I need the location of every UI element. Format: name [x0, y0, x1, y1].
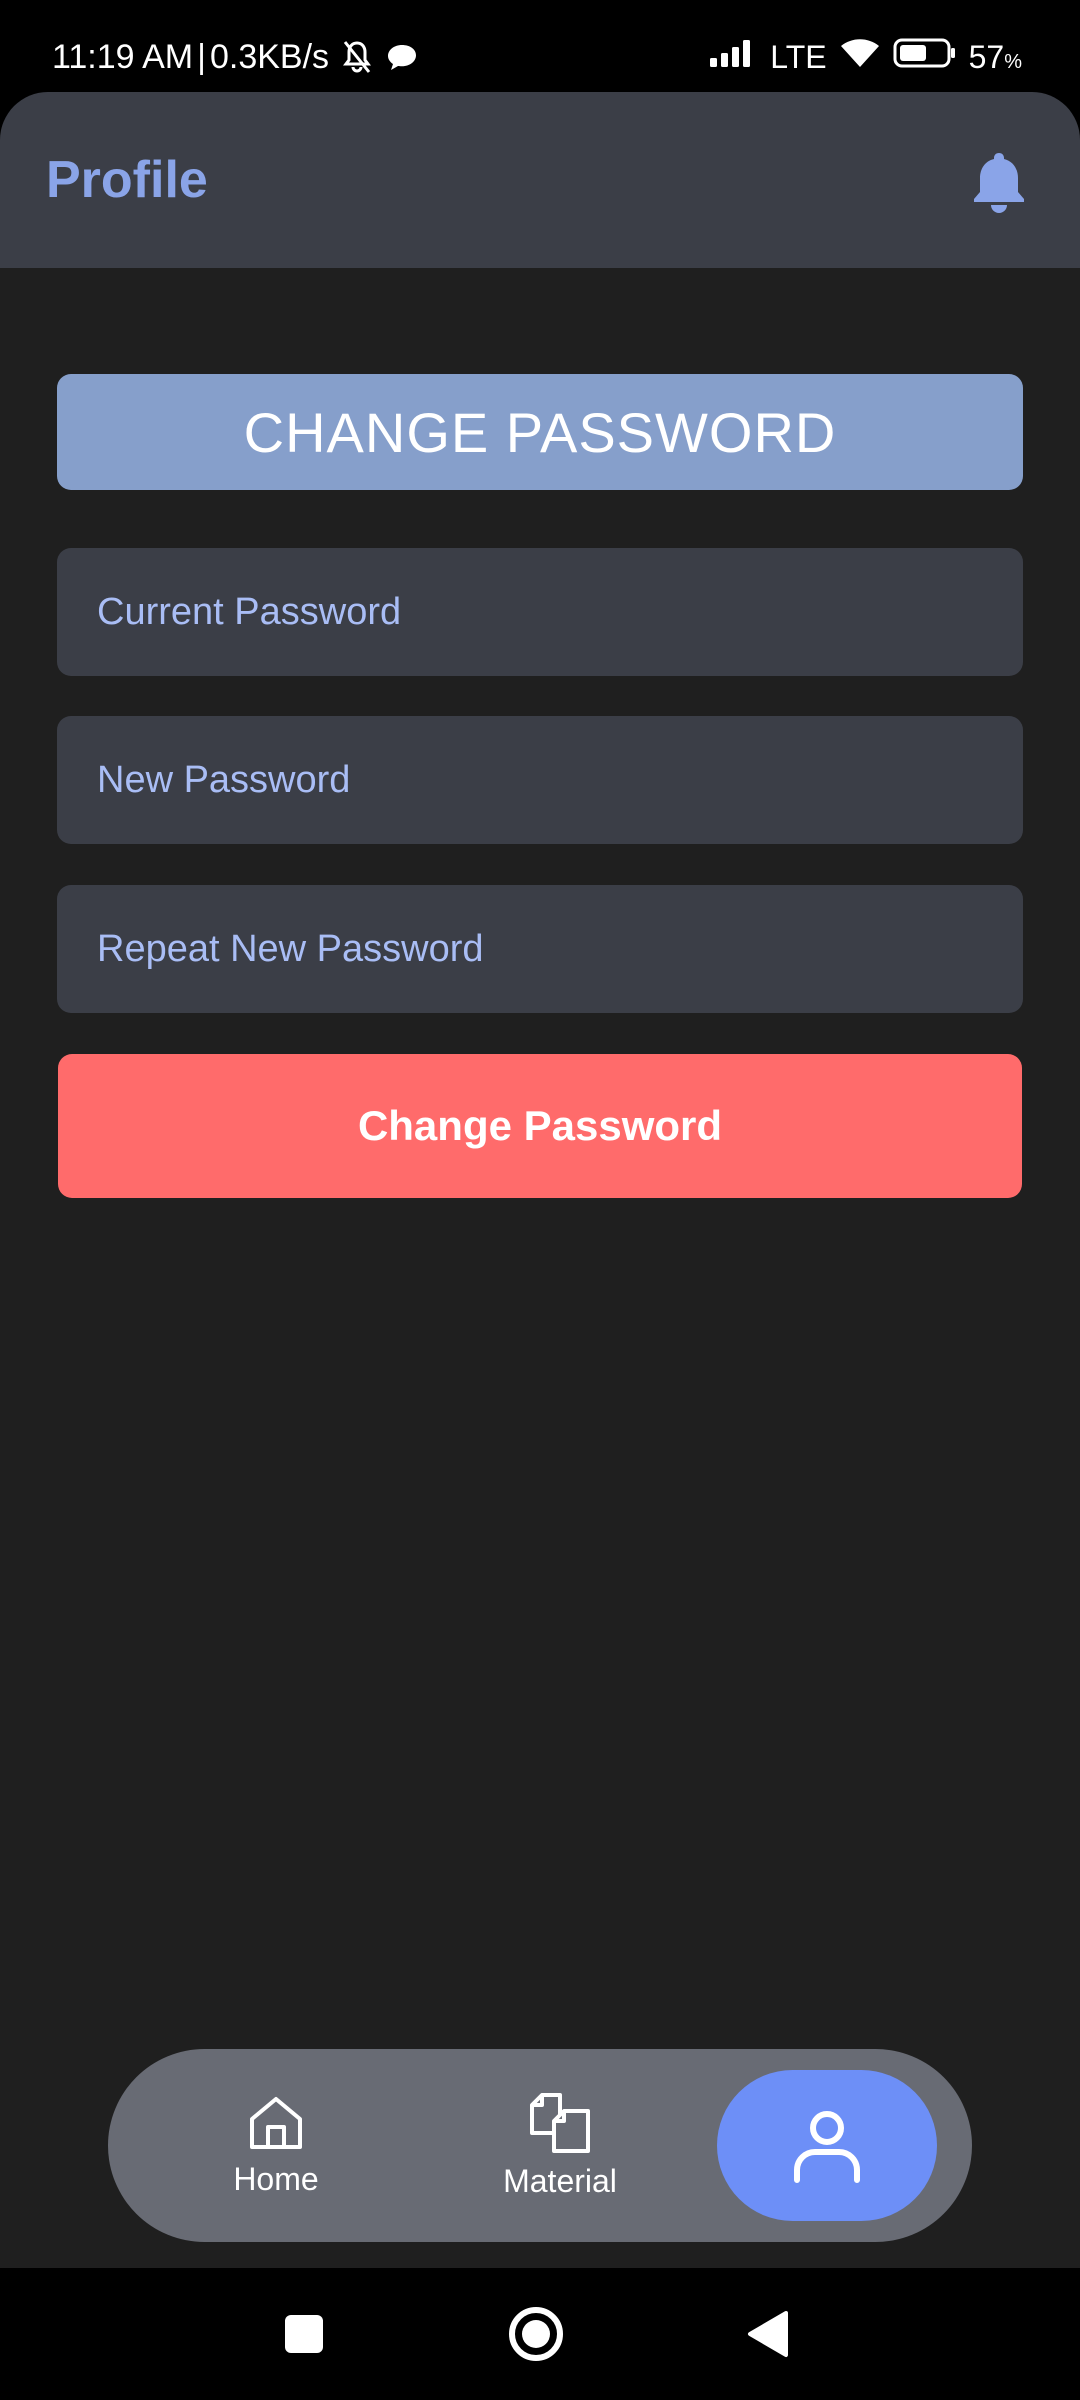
back-button[interactable]	[728, 2294, 808, 2374]
repeat-password-input[interactable]	[95, 926, 985, 972]
status-time: 11:19 AM	[52, 37, 194, 76]
network-speed: 0.3KB/s	[209, 37, 330, 76]
documents-icon	[530, 2093, 590, 2153]
signal-icon	[708, 38, 758, 76]
battery-icon	[893, 37, 957, 77]
battery-percent-value: 57	[968, 38, 1005, 75]
nav-item-home[interactable]: Home	[190, 2049, 362, 2242]
circle-icon	[509, 2307, 563, 2361]
notifications-button[interactable]	[964, 146, 1034, 216]
nav-label-home: Home	[233, 2161, 319, 2197]
change-password-button[interactable]: Change Password	[58, 1054, 1022, 1198]
section-title-banner: CHANGE PASSWORD	[57, 374, 1023, 490]
current-password-input[interactable]	[95, 589, 985, 635]
repeat-password-field[interactable]	[57, 885, 1023, 1013]
bell-icon	[974, 153, 1024, 213]
bottom-navigation: Home Material	[108, 2049, 972, 2242]
new-password-field[interactable]	[57, 716, 1023, 844]
status-bar: 11:19 AM | 0.3KB/s LTE 57%	[0, 0, 1080, 92]
notifications-off-icon	[341, 40, 373, 74]
app-header: Profile	[0, 92, 1080, 268]
page-title: Profile	[46, 151, 208, 209]
system-home-button[interactable]	[496, 2294, 576, 2374]
nav-item-material[interactable]: Material	[460, 2049, 660, 2242]
home-icon	[250, 2097, 302, 2149]
lte-indicator: LTE	[770, 38, 827, 75]
nav-label-material: Material	[503, 2163, 617, 2199]
nav-item-profile[interactable]	[717, 2070, 937, 2221]
battery-percent: 57%	[969, 39, 1022, 76]
square-icon	[285, 2315, 323, 2353]
user-icon	[794, 2110, 860, 2183]
recents-button[interactable]	[264, 2294, 344, 2374]
battery-percent-unit: %	[1004, 50, 1022, 73]
system-navigation-bar	[0, 2268, 1080, 2400]
chat-bubble-icon	[385, 42, 419, 72]
new-password-input[interactable]	[95, 757, 985, 803]
back-triangle-icon	[748, 2311, 788, 2357]
current-password-field[interactable]	[57, 548, 1023, 676]
wifi-icon	[839, 37, 881, 77]
status-separator: |	[197, 37, 206, 76]
